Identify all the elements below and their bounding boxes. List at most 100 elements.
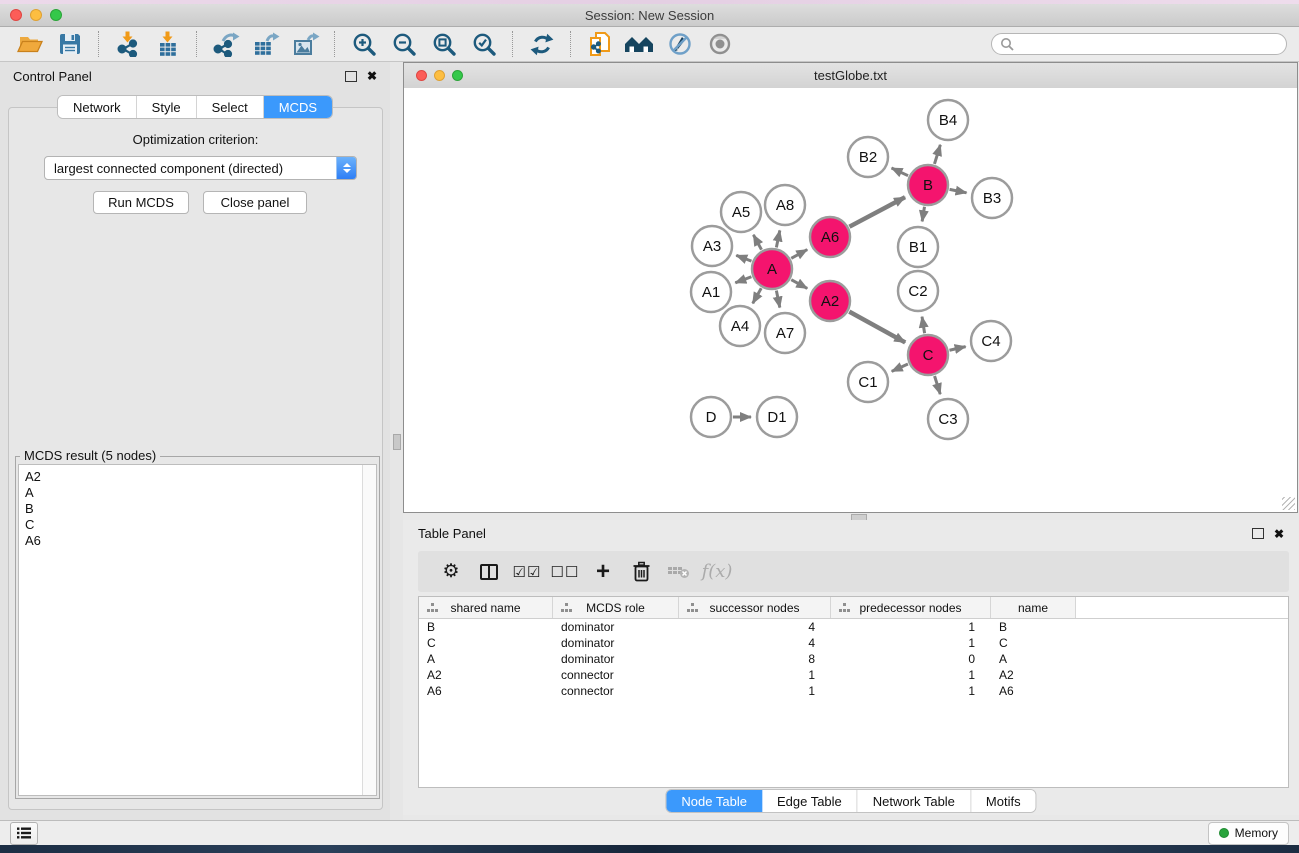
panel-splitter[interactable]	[390, 62, 403, 820]
zoom-out-button[interactable]	[387, 29, 421, 59]
result-list-scrollbar[interactable]	[362, 465, 376, 795]
zoom-in-button[interactable]	[347, 29, 381, 59]
network-canvas[interactable]: B4B2BB3A8A5A6A3B1AC2A1A2A4A7C4CC1DD1C3	[404, 88, 1297, 512]
select-all-columns-button[interactable]: ☑☑	[508, 556, 546, 588]
edge-A2-C[interactable]	[849, 312, 905, 343]
toolbar-separator	[570, 31, 572, 57]
save-session-button[interactable]	[53, 29, 87, 59]
column-header-predecessor-nodes[interactable]: predecessor nodes	[831, 597, 991, 618]
edge-C-C3[interactable]	[935, 376, 941, 394]
tab-select[interactable]: Select	[197, 96, 264, 118]
hide-annotations-button[interactable]	[663, 29, 697, 59]
run-mcds-button[interactable]: Run MCDS	[93, 191, 189, 214]
close-panel-button[interactable]: Close panel	[203, 191, 307, 214]
close-window-button[interactable]	[10, 9, 22, 21]
refresh-button[interactable]	[525, 29, 559, 59]
maximize-window-button[interactable]	[50, 9, 62, 21]
zoom-selected-button[interactable]	[467, 29, 501, 59]
delete-column-button[interactable]	[622, 556, 660, 588]
edge-A-A7[interactable]	[776, 291, 779, 308]
edge-A-A4[interactable]	[753, 288, 762, 303]
table-row[interactable]: Bdominator41B	[419, 619, 1288, 635]
edge-A-A3[interactable]	[736, 255, 751, 261]
edge-A6-B[interactable]	[849, 197, 905, 227]
edge-A-A2[interactable]	[791, 280, 807, 289]
tree-icon	[839, 603, 850, 613]
tab-style[interactable]: Style	[137, 96, 197, 118]
column-header-name[interactable]: name	[991, 597, 1076, 618]
network-window-titlebar[interactable]: testGlobe.txt	[404, 63, 1297, 89]
float-table-panel-icon[interactable]	[1252, 528, 1264, 539]
duplicate-network-button[interactable]	[583, 29, 617, 59]
show-details-button[interactable]	[703, 29, 737, 59]
close-table-panel-icon[interactable]: ✖	[1274, 528, 1284, 540]
mcds-result-item[interactable]: A6	[19, 533, 362, 549]
tab-mcds[interactable]: MCDS	[264, 96, 332, 118]
column-header-MCDS-role[interactable]: MCDS role	[553, 597, 679, 618]
edge-B-B2[interactable]	[892, 168, 909, 176]
window-resize-grip[interactable]	[1282, 497, 1295, 510]
table-settings-button[interactable]: ⚙	[432, 556, 470, 588]
edge-B-B3[interactable]	[950, 189, 967, 192]
add-column-button[interactable]: +	[584, 556, 622, 588]
import-network-button[interactable]	[111, 29, 145, 59]
home-button[interactable]	[623, 29, 657, 59]
mcds-result-item[interactable]: A2	[19, 469, 362, 485]
node-label-A2: A2	[821, 293, 839, 310]
open-session-button[interactable]	[13, 29, 47, 59]
export-network-button[interactable]	[209, 29, 243, 59]
float-panel-icon[interactable]	[345, 71, 357, 82]
criterion-dropdown[interactable]: largest connected component (directed)	[44, 156, 357, 180]
tab-network-table[interactable]: Network Table	[858, 790, 971, 812]
edge-A-A5[interactable]	[753, 235, 761, 250]
edge-A-A1[interactable]	[735, 277, 751, 283]
table-row[interactable]: Adominator80A	[419, 651, 1288, 667]
import-table-button[interactable]	[151, 29, 185, 59]
task-history-button[interactable]	[10, 822, 38, 845]
edge-A-A8[interactable]	[776, 230, 779, 247]
delete-table-button[interactable]	[660, 556, 698, 588]
export-image-icon	[292, 31, 320, 57]
minimize-network-button[interactable]	[434, 70, 445, 81]
zoom-fit-button[interactable]	[427, 29, 461, 59]
window-controls	[10, 9, 62, 21]
search-input[interactable]	[1019, 36, 1278, 52]
mcds-result-item[interactable]: A	[19, 485, 362, 501]
table-row[interactable]: A6connector11A6	[419, 683, 1288, 699]
edge-C-C2[interactable]	[922, 317, 925, 334]
edge-C-C1[interactable]	[892, 364, 908, 371]
zoom-fit-icon	[432, 32, 457, 57]
export-table-button[interactable]	[249, 29, 283, 59]
tab-node-table[interactable]: Node Table	[666, 790, 762, 812]
close-network-button[interactable]	[416, 70, 427, 81]
mcds-result-item[interactable]: B	[19, 501, 362, 517]
edge-B-B4[interactable]	[934, 145, 940, 164]
function-builder-button[interactable]: f(x)	[698, 556, 736, 588]
maximize-network-button[interactable]	[452, 70, 463, 81]
table-row[interactable]: Cdominator41C	[419, 635, 1288, 651]
tab-motifs[interactable]: Motifs	[971, 790, 1036, 812]
split-columns-button[interactable]	[470, 556, 508, 588]
edge-C-C4[interactable]	[949, 347, 965, 351]
unselect-all-columns-button[interactable]: ☐☐	[546, 556, 584, 588]
export-image-button[interactable]	[289, 29, 323, 59]
tab-edge-table[interactable]: Edge Table	[762, 790, 858, 812]
edge-B-B1[interactable]	[922, 207, 924, 222]
table-row[interactable]: A2connector11A2	[419, 667, 1288, 683]
mcds-result-item[interactable]: C	[19, 517, 362, 533]
node-label-C1: C1	[858, 374, 877, 391]
node-label-A4: A4	[731, 318, 749, 335]
minimize-window-button[interactable]	[30, 9, 42, 21]
column-header-shared-name[interactable]: shared name	[419, 597, 553, 618]
column-header-successor-nodes[interactable]: successor nodes	[679, 597, 831, 618]
hide-annotations-icon	[667, 31, 693, 57]
mcds-result-list[interactable]: A2ABCA6	[18, 464, 377, 796]
edge-A-A6[interactable]	[791, 250, 807, 259]
delete-table-icon	[667, 564, 691, 580]
close-panel-icon[interactable]: ✖	[367, 70, 377, 82]
splitter-grip[interactable]	[393, 434, 401, 450]
memory-button[interactable]: Memory	[1208, 822, 1289, 845]
node-label-A8: A8	[776, 197, 794, 214]
tab-network[interactable]: Network	[58, 96, 137, 118]
search-box[interactable]	[991, 33, 1287, 55]
